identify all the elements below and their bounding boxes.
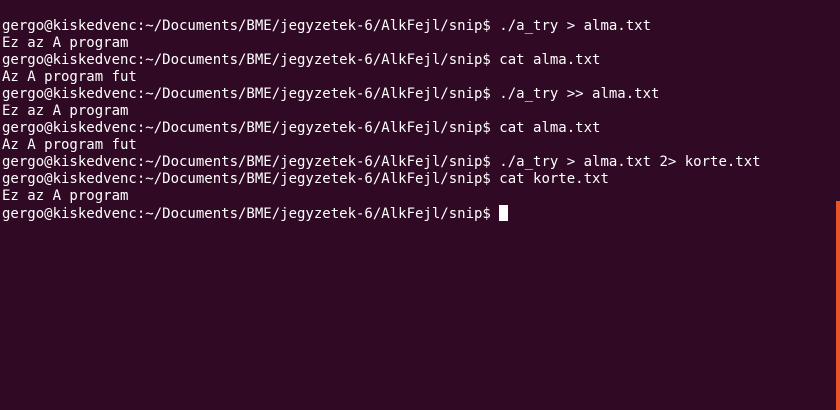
terminal-line: gergo@kiskedvenc:~/Documents/BME/jegyzet… xyxy=(2,120,601,136)
terminal-line: gergo@kiskedvenc:~/Documents/BME/jegyzet… xyxy=(2,86,660,102)
scrollbar[interactable] xyxy=(836,0,840,410)
terminal-line: Ez az A program xyxy=(2,35,129,51)
scrollbar-thumb[interactable] xyxy=(836,201,840,410)
terminal-prompt-line[interactable]: gergo@kiskedvenc:~/Documents/BME/jegyzet… xyxy=(2,205,836,222)
terminal-line: gergo@kiskedvenc:~/Documents/BME/jegyzet… xyxy=(2,18,652,34)
terminal-output[interactable]: gergo@kiskedvenc:~/Documents/BME/jegyzet… xyxy=(0,0,836,410)
terminal-line: gergo@kiskedvenc:~/Documents/BME/jegyzet… xyxy=(2,154,761,170)
terminal-line: Ez az A program xyxy=(2,103,129,119)
terminal-line: Az A program fut xyxy=(2,69,137,85)
terminal-line: gergo@kiskedvenc:~/Documents/BME/jegyzet… xyxy=(2,171,609,187)
terminal-prompt: gergo@kiskedvenc:~/Documents/BME/jegyzet… xyxy=(2,206,500,222)
terminal-line: Ez az A program xyxy=(2,188,129,204)
terminal-line: Az A program fut xyxy=(2,137,137,153)
terminal-line: gergo@kiskedvenc:~/Documents/BME/jegyzet… xyxy=(2,52,601,68)
terminal-cursor xyxy=(499,205,509,221)
